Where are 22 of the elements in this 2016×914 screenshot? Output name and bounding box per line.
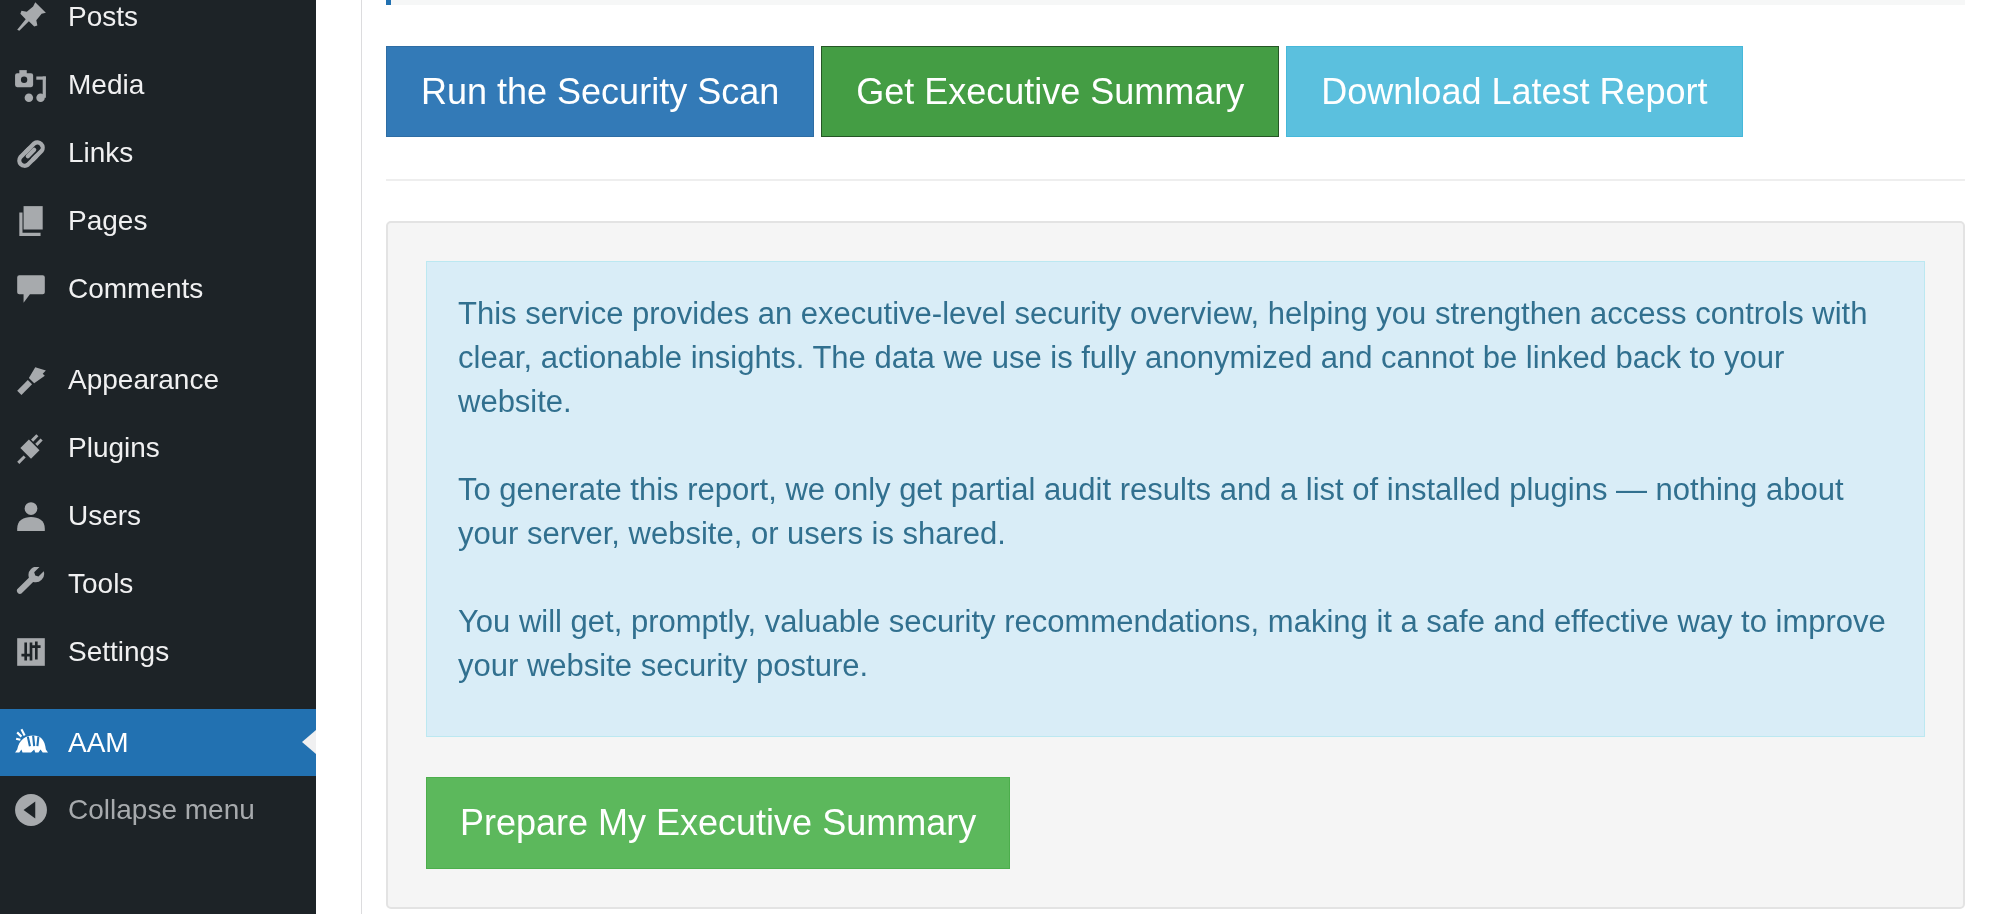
sidebar-item[interactable]: Users	[0, 482, 316, 550]
sidebar-item[interactable]: Plugins	[0, 414, 316, 482]
sidebar-item[interactable]: Tools	[0, 550, 316, 618]
sidebar-item[interactable]: Links	[0, 119, 316, 187]
sidebar-item[interactable]: Pages	[0, 187, 316, 255]
toolbar-button[interactable]: Run the Security Scan	[386, 46, 815, 137]
sidebar-item[interactable]: Settings	[0, 618, 316, 686]
collapse-menu-button[interactable]: Collapse menu	[0, 776, 316, 844]
sidebar-item[interactable]: Posts	[0, 0, 316, 51]
menu-icon	[14, 0, 48, 34]
notice-paragraph: You will get, promptly, valuable security recommendations, making it a safe and effective way to improve your website security posture.	[458, 603, 1887, 685]
sidebar-item[interactable]: Appearance	[0, 346, 316, 414]
sidebar-item[interactable]: Media	[0, 51, 316, 119]
sidebar-item[interactable]: AAM	[0, 709, 316, 776]
notice-paragraph: This service provides an executive-level security overview, helping you strengthen access controls with clear, actionable insights. The data we use is fully anonymized and cannot be linked back to your website.	[458, 295, 1869, 421]
collapse-icon	[14, 793, 48, 827]
notice-paragraph: To generate this report, we only get partial audit results and a list of installed plugins — nothing about your server, website, or users is shared.	[458, 471, 1845, 553]
menu-icon	[14, 68, 48, 102]
current-page-pointer	[302, 730, 316, 754]
menu-icon	[14, 499, 48, 533]
sidebar-item[interactable]: Comments	[0, 255, 316, 323]
menu-icon	[14, 635, 48, 669]
